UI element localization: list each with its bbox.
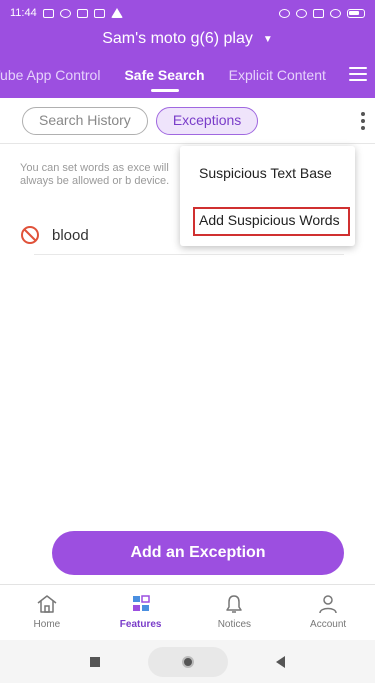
nfc-icon bbox=[313, 8, 324, 18]
tab-safe-search[interactable]: Safe Search bbox=[112, 60, 216, 96]
highlight-annotation bbox=[193, 207, 350, 236]
chip-exceptions[interactable]: Exceptions bbox=[155, 106, 259, 135]
nav-item-account[interactable]: Account bbox=[281, 585, 375, 640]
nav-label: Account bbox=[310, 619, 347, 630]
nav-item-features[interactable]: Features bbox=[94, 585, 188, 640]
block-icon bbox=[21, 226, 39, 244]
grid-status-icon bbox=[42, 8, 54, 18]
bottom-nav: Home Features Notices Account bbox=[0, 584, 375, 640]
home-icon bbox=[35, 593, 59, 615]
battery-icon bbox=[347, 8, 365, 18]
nav-label: Home bbox=[33, 619, 61, 630]
menu-item-suspicious-text-base[interactable]: Suspicious Text Base bbox=[180, 151, 355, 195]
nav-item-notices[interactable]: Notices bbox=[188, 585, 282, 640]
download-status-icon bbox=[59, 8, 71, 18]
back-icon[interactable] bbox=[276, 655, 285, 668]
chevron-down-icon: ▼ bbox=[262, 33, 273, 45]
tab-tube-app-control[interactable]: Tube App Control bbox=[0, 60, 112, 96]
device-name: Sam's moto g(6) play bbox=[102, 30, 253, 47]
warning-status-icon bbox=[110, 8, 123, 18]
divider bbox=[34, 254, 344, 255]
device-selector[interactable]: Sam's moto g(6) play ▼ bbox=[0, 26, 375, 52]
features-icon bbox=[129, 593, 153, 615]
tab-explicit-content[interactable]: Explicit Content bbox=[217, 60, 338, 96]
add-exception-button[interactable]: Add an Exception bbox=[52, 531, 344, 575]
trash-status-icon bbox=[93, 8, 105, 18]
status-bar: 11:44 bbox=[0, 0, 375, 26]
message-status-icon bbox=[76, 8, 88, 18]
android-nav-bar bbox=[0, 640, 375, 683]
hamburger-menu-icon[interactable] bbox=[349, 67, 367, 81]
nav-label: Features bbox=[119, 619, 162, 630]
app-header: 11:44 Sam's moto g(6) play ▼ Tube App Co… bbox=[0, 0, 375, 98]
feature-tabs: Tube App Control Safe Search Explicit Co… bbox=[0, 60, 375, 96]
mute-icon bbox=[296, 8, 307, 18]
more-options-icon[interactable] bbox=[361, 112, 365, 130]
home-circle-icon bbox=[182, 655, 194, 668]
status-time: 11:44 bbox=[10, 7, 37, 19]
nav-item-home[interactable]: Home bbox=[0, 585, 94, 640]
bluetooth-icon bbox=[279, 8, 290, 18]
word-label: blood bbox=[52, 226, 89, 244]
nav-label: Notices bbox=[217, 619, 252, 630]
wifi-icon bbox=[330, 8, 341, 18]
account-icon bbox=[316, 593, 340, 615]
filter-chip-row: Search History Exceptions bbox=[0, 98, 375, 144]
info-text: You can set words as exce will always be… bbox=[20, 162, 170, 187]
recents-icon[interactable] bbox=[90, 656, 100, 667]
home-button[interactable] bbox=[148, 646, 228, 677]
bell-icon bbox=[222, 593, 246, 615]
chip-search-history[interactable]: Search History bbox=[22, 106, 148, 135]
